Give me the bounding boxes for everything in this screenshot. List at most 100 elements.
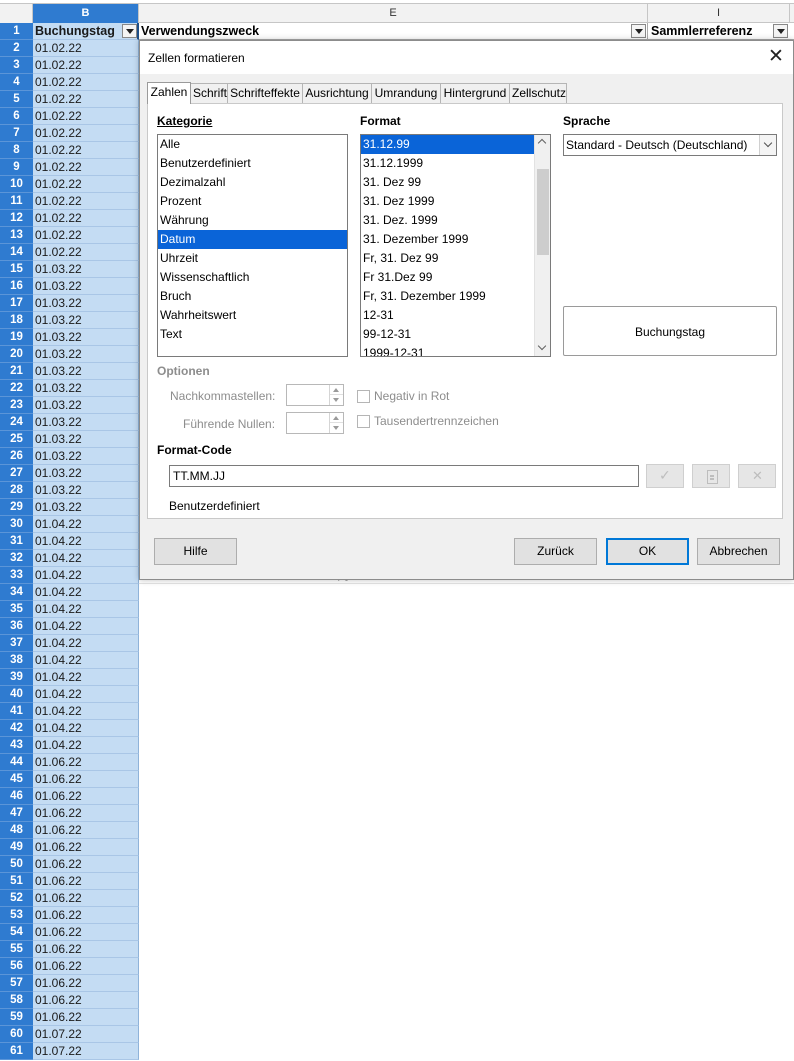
row-number[interactable]: 1 <box>0 23 33 40</box>
row-number[interactable]: 54 <box>0 924 33 941</box>
row-number[interactable]: 3 <box>0 57 33 74</box>
scroll-down-icon[interactable] <box>535 340 550 356</box>
cell-buchungstag[interactable]: 01.03.22 <box>33 431 139 448</box>
row-number[interactable]: 17 <box>0 295 33 312</box>
negativ-in-rot-checkbox[interactable] <box>357 390 370 403</box>
cell-buchungstag[interactable]: 01.04.22 <box>33 567 139 584</box>
format-item[interactable]: 31. Dez 1999 <box>361 192 534 211</box>
row-number[interactable]: 46 <box>0 788 33 805</box>
format-code-input[interactable]: TT.MM.JJ <box>169 465 639 487</box>
check-icon[interactable] <box>646 464 684 488</box>
cell-buchungstag[interactable]: 01.04.22 <box>33 584 139 601</box>
kategorie-item[interactable]: Dezimalzahl <box>158 173 347 192</box>
row-number[interactable]: 45 <box>0 771 33 788</box>
cell-buchungstag[interactable]: 01.02.22 <box>33 227 139 244</box>
tab-zahlen[interactable]: Zahlen <box>147 82 191 104</box>
row-number[interactable]: 6 <box>0 108 33 125</box>
document-icon[interactable] <box>692 464 730 488</box>
header-label-sammlerreferenz[interactable]: Sammlerreferenz <box>651 23 752 40</box>
row-number[interactable]: 41 <box>0 703 33 720</box>
cell-buchungstag[interactable]: 01.04.22 <box>33 516 139 533</box>
cell-buchungstag[interactable]: 01.02.22 <box>33 74 139 91</box>
kategorie-item[interactable]: Benutzerdefiniert <box>158 154 347 173</box>
chevron-down-icon[interactable] <box>759 135 776 155</box>
row-number[interactable]: 44 <box>0 754 33 771</box>
spin-down-icon[interactable] <box>330 395 343 405</box>
cell-buchungstag[interactable]: 01.06.22 <box>33 856 139 873</box>
cell-buchungstag[interactable]: 01.04.22 <box>33 601 139 618</box>
cell-buchungstag[interactable]: 01.04.22 <box>33 533 139 550</box>
row-number[interactable]: 60 <box>0 1026 33 1043</box>
row-number[interactable]: 61 <box>0 1043 33 1060</box>
row-number[interactable]: 29 <box>0 499 33 516</box>
row-number[interactable]: 14 <box>0 244 33 261</box>
cell-buchungstag[interactable]: 01.06.22 <box>33 958 139 975</box>
cancel-button[interactable]: Abbrechen <box>697 538 780 565</box>
row-number[interactable]: 28 <box>0 482 33 499</box>
format-item[interactable]: 1999-12-31 <box>361 344 534 356</box>
spinner-buttons[interactable] <box>329 385 343 405</box>
row-number[interactable]: 10 <box>0 176 33 193</box>
cell-buchungstag[interactable]: 01.06.22 <box>33 890 139 907</box>
header-cell-buchungstag[interactable]: Buchungstag <box>33 23 139 40</box>
row-number[interactable]: 2 <box>0 40 33 57</box>
kategorie-item[interactable]: Wahrheitswert <box>158 306 347 325</box>
format-listbox[interactable]: 31.12.99 31.12.1999 31. Dez 99 31. Dez 1999… <box>360 134 551 357</box>
cell-buchungstag[interactable]: 01.06.22 <box>33 941 139 958</box>
cell-buchungstag[interactable]: 01.03.22 <box>33 329 139 346</box>
row-number[interactable]: 21 <box>0 363 33 380</box>
cell-buchungstag[interactable]: 01.02.22 <box>33 57 139 74</box>
row-number[interactable]: 20 <box>0 346 33 363</box>
column-header-e[interactable]: E <box>139 4 648 23</box>
cell-buchungstag[interactable]: 01.04.22 <box>33 635 139 652</box>
cell-buchungstag[interactable]: 01.02.22 <box>33 108 139 125</box>
cell-buchungstag[interactable]: 01.03.22 <box>33 397 139 414</box>
autofilter-dropdown-icon[interactable] <box>631 24 646 38</box>
cell-buchungstag[interactable]: 01.06.22 <box>33 822 139 839</box>
row-number[interactable]: 11 <box>0 193 33 210</box>
column-header-i[interactable]: I <box>648 4 790 23</box>
kategorie-listbox[interactable]: Alle Benutzerdefiniert Dezimalzahl Prozent W… <box>157 134 348 357</box>
format-item[interactable]: 99-12-31 <box>361 325 534 344</box>
cell-buchungstag[interactable]: 01.02.22 <box>33 176 139 193</box>
cell-buchungstag[interactable]: 01.03.22 <box>33 482 139 499</box>
cell-buchungstag[interactable]: 01.02.22 <box>33 244 139 261</box>
cell-buchungstag[interactable]: 01.06.22 <box>33 975 139 992</box>
format-item[interactable]: Fr, 31. Dez 99 <box>361 249 534 268</box>
row-number[interactable]: 42 <box>0 720 33 737</box>
row-number[interactable]: 8 <box>0 142 33 159</box>
tab-schrifteffekte[interactable]: Schrifteffekte <box>227 83 303 103</box>
cell-buchungstag[interactable]: 01.02.22 <box>33 142 139 159</box>
kategorie-item[interactable]: Text <box>158 325 347 344</box>
row-number[interactable]: 9 <box>0 159 33 176</box>
row-number[interactable]: 27 <box>0 465 33 482</box>
row-number[interactable]: 55 <box>0 941 33 958</box>
row-number[interactable]: 22 <box>0 380 33 397</box>
row-number[interactable]: 26 <box>0 448 33 465</box>
cell-buchungstag[interactable]: 01.06.22 <box>33 873 139 890</box>
delete-icon[interactable] <box>738 464 776 488</box>
cell-buchungstag[interactable]: 01.04.22 <box>33 618 139 635</box>
kategorie-item[interactable]: Prozent <box>158 192 347 211</box>
fuehrende-nullen-spinner[interactable] <box>286 412 344 434</box>
cell-buchungstag[interactable]: 01.04.22 <box>33 720 139 737</box>
kategorie-item[interactable]: Wissenschaftlich <box>158 268 347 287</box>
row-number[interactable]: 53 <box>0 907 33 924</box>
kategorie-item[interactable]: Währung <box>158 211 347 230</box>
tab-hintergrund[interactable]: Hintergrund <box>440 83 510 103</box>
column-header-b[interactable]: B <box>33 4 139 23</box>
row-number[interactable]: 5 <box>0 91 33 108</box>
cell-buchungstag[interactable]: 01.06.22 <box>33 992 139 1009</box>
row-number[interactable]: 13 <box>0 227 33 244</box>
spin-down-icon[interactable] <box>330 423 343 433</box>
row-number[interactable]: 32 <box>0 550 33 567</box>
nachkommastellen-spinner[interactable] <box>286 384 344 406</box>
row-number[interactable]: 34 <box>0 584 33 601</box>
cell-buchungstag[interactable]: 01.03.22 <box>33 380 139 397</box>
cell-buchungstag[interactable]: 01.03.22 <box>33 414 139 431</box>
row-number[interactable]: 23 <box>0 397 33 414</box>
row-number[interactable]: 30 <box>0 516 33 533</box>
cell-buchungstag[interactable]: 01.03.22 <box>33 465 139 482</box>
cell-buchungstag[interactable]: 01.03.22 <box>33 278 139 295</box>
cell-buchungstag[interactable]: 01.06.22 <box>33 754 139 771</box>
